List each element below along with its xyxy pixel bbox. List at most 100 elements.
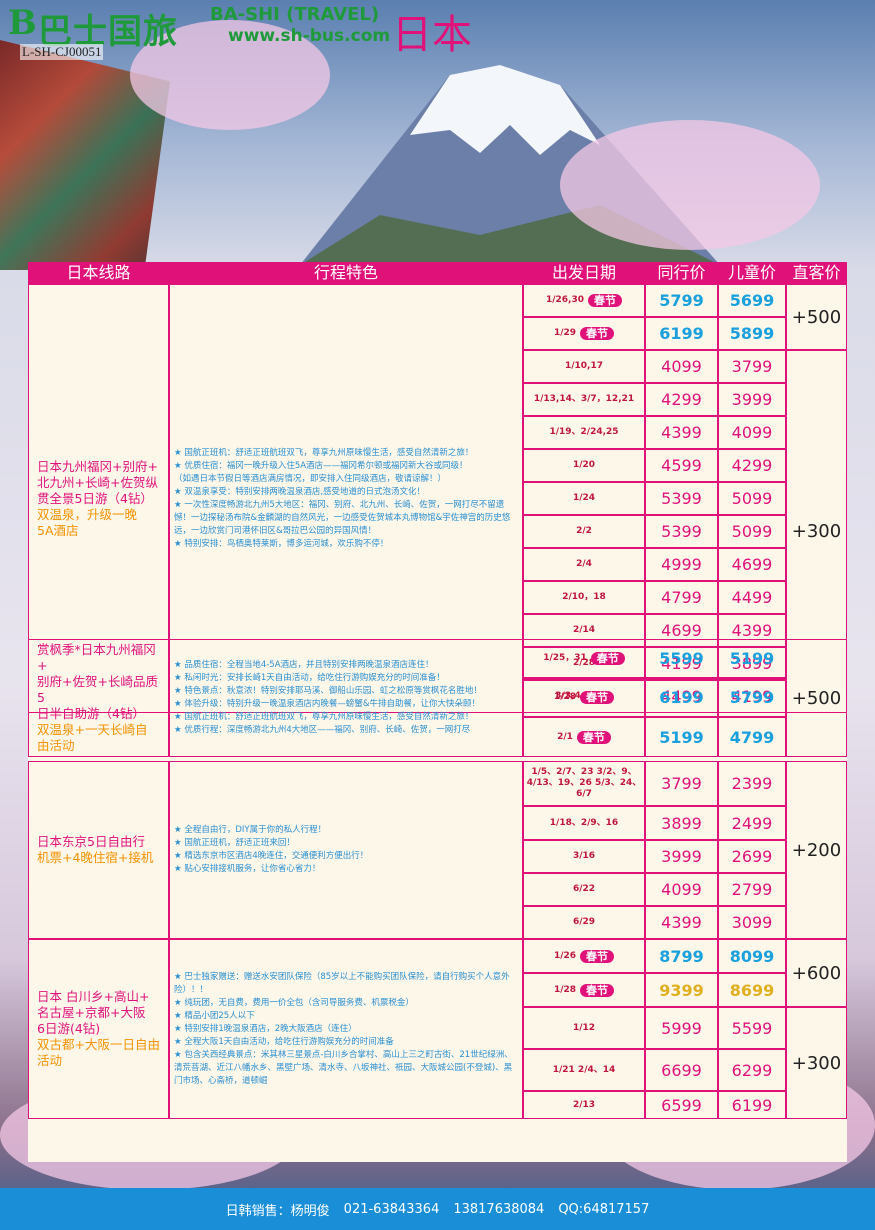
departure-date: 2/4 — [523, 548, 645, 581]
spring-festival-badge: 春节 — [588, 294, 623, 307]
peer-price: 5199 — [645, 717, 718, 757]
child-price: 5599 — [718, 1007, 786, 1049]
route-name: 贯全景5日游（4钻） — [37, 490, 153, 506]
sales-mobile[interactable]: 13817638084 — [453, 1202, 544, 1217]
departure-date: 1/24 — [523, 482, 645, 515]
child-price: 3799 — [718, 350, 786, 383]
child-price: 4499 — [718, 581, 786, 614]
route-name: 日本东京5日自由行 — [37, 834, 145, 849]
spring-festival-badge: 春节 — [580, 691, 615, 704]
website-link[interactable]: www.sh-bus.com — [228, 26, 390, 46]
route-cell: 赏枫季*日本九州福冈+ 别府+佐贺+长崎品质5 日半自助游（4钻） 双温泉+一天长崎自… — [28, 639, 169, 757]
child-price: 4799 — [718, 717, 786, 757]
date-text: 1/28 — [553, 984, 577, 995]
logo-icon: B — [8, 3, 37, 43]
col-peer-price: 同行价 — [657, 263, 706, 282]
peer-price: 4799 — [645, 581, 718, 614]
col-features: 行程特色 — [313, 263, 378, 282]
peer-price: 3799 — [645, 761, 718, 806]
child-price: 4299 — [718, 449, 786, 482]
peer-price: 9399 — [645, 973, 718, 1007]
feature-item: ★ 纯玩团，无自费，费用一价全包（含司导服务费、机票税金） — [174, 997, 414, 1008]
feature-item: ★ 优质住宿：福冈一晚升级入住5A酒店——福冈希尔顿或福冈新大谷或同级！ — [174, 460, 468, 471]
feature-item: ★ 体验升级：特别升级一晚温泉酒店内晚餐—螃蟹&牛排自助餐，让你大快朵颐！ — [174, 699, 480, 709]
child-price: 2399 — [718, 761, 786, 806]
sales-qq[interactable]: QQ:64817157 — [558, 1202, 649, 1217]
departure-date: 1/26,30 春节 — [523, 284, 645, 317]
date-text: 1/19、2/24,25 — [549, 427, 619, 437]
child-price: 5099 — [718, 482, 786, 515]
direct-price: +500 — [786, 639, 847, 757]
departure-date: 1/13,14、3/7，12,21 — [523, 383, 645, 416]
route-name: 6日游(4钻) — [37, 1021, 101, 1036]
route-highlight: 5A酒店 — [37, 522, 79, 538]
spring-festival-badge: 春节 — [580, 983, 615, 997]
departure-date: 1/10,17 — [523, 350, 645, 383]
child-price: 5899 — [718, 317, 786, 350]
sales-phone[interactable]: 021-63843364 — [344, 1202, 440, 1217]
departure-date: 1/12 — [523, 1007, 645, 1049]
sales-name: 杨明俊 — [290, 1203, 330, 1219]
route-name: 日半自助游（4钻） — [37, 706, 145, 721]
peer-price: 5599 — [645, 639, 718, 678]
departure-date: 2/10，18 — [523, 581, 645, 614]
spring-festival-badge: 春节 — [590, 652, 625, 665]
peer-price: 6599 — [645, 1091, 718, 1119]
date-text: 1/13,14、3/7，12,21 — [533, 394, 635, 404]
feature-item: ★ 私闲时光：安排长崎1天自由活动，给吃住行游购娱充分的时间准备！ — [174, 673, 445, 683]
departure-date: 1/26 春节 — [523, 939, 645, 973]
price-table: 日本九州福冈+别府+ 北九州+长崎+佐贺纵 贯全景5日游（4钻） 双温泉，升级一晚 5A… — [28, 284, 847, 1162]
date-text: 1/12 — [572, 1022, 596, 1033]
table-header: 日本线路 行程特色 出发日期 同行价 儿童价 直客价 — [28, 262, 847, 284]
feature-item: ★ 特别安排1晚温泉酒店，2晚大阪酒店（连住） — [174, 1023, 357, 1034]
col-date: 出发日期 — [551, 263, 616, 282]
peer-price: 3899 — [645, 806, 718, 840]
date-text: 1/20 — [572, 460, 596, 470]
feature-item: ★ 国航正班机，舒适正班来回！ — [174, 838, 295, 848]
date-text: 1/10,17 — [564, 361, 604, 371]
date-text: 2/14 — [572, 625, 596, 635]
spring-festival-badge: 春节 — [580, 327, 615, 340]
route-highlight: 机票+4晚住宿+接机 — [37, 850, 154, 865]
departure-date: 1/25，31 春节 — [523, 639, 645, 678]
peer-price: 6199 — [645, 317, 718, 350]
direct-price: +500 — [786, 284, 847, 350]
sales-contact-bar: 日韩销售： 杨明俊 021-63843364 13817638084 QQ:64… — [0, 1188, 875, 1230]
feature-item: （如遇日本节假日等酒店满房情况，即安排入住同级酒店，敬请谅解！） — [174, 473, 447, 484]
peer-price: 4299 — [645, 383, 718, 416]
features-cell: ★ 品质住宿：全程当地4-5A酒店，并且特别安排两晚温泉酒店连住！ ★ 私闲时光：… — [169, 639, 523, 757]
departure-date: 1/20 — [523, 449, 645, 482]
route-highlight: 双温泉，升级一晚 — [37, 506, 138, 522]
child-price: 5199 — [718, 639, 786, 678]
page-header: B 巴士国旅 BA-SHI (TRAVEL) www.sh-bus.com 日本… — [0, 0, 875, 60]
date-text: 2/2 — [576, 526, 592, 536]
departure-date: 1/21 2/4、14 — [523, 1049, 645, 1091]
date-text: 1/18、2/9、16 — [549, 817, 619, 828]
date-text: 1/26,30 — [545, 295, 585, 305]
peer-price: 5399 — [645, 482, 718, 515]
departure-date: 1/5、2/7、23 3/2、9、4/13、19、26 5/3、24、6/7 — [523, 761, 645, 806]
child-price: 4099 — [718, 416, 786, 449]
col-route: 日本线路 — [66, 263, 131, 282]
route-name: 日本九州福冈+别府+ — [37, 458, 158, 474]
date-text: 2/1 — [557, 731, 573, 742]
col-direct-price: 直客价 — [792, 263, 841, 282]
feature-item: ★ 精品小团25人以下 — [174, 1010, 255, 1021]
feature-item: ★ 国航正班机：舒适正班航班双飞，尊享九州原味慢生活，感受自然清新之旅！ — [174, 712, 474, 722]
date-text: 2/10，18 — [562, 592, 606, 602]
route-name: 赏枫季*日本九州福冈+ — [37, 642, 156, 673]
cherry-blossom-cluster — [560, 120, 820, 250]
route-cell: 日本东京5日自由行 机票+4晚住宿+接机 — [28, 761, 169, 939]
child-price: 4699 — [718, 548, 786, 581]
date-text: 1/25，31 — [543, 653, 587, 663]
peer-price: 8799 — [645, 939, 718, 973]
date-text: 1/5、2/7、23 3/2、9、4/13、19、26 5/3、24、6/7 — [526, 767, 642, 799]
child-price: 5099 — [718, 515, 786, 548]
peer-price: 4999 — [645, 548, 718, 581]
feature-item: ★ 品质住宿：全程当地4-5A酒店，并且特别安排两晚温泉酒店连住！ — [174, 660, 434, 670]
page-title: 日本 — [392, 12, 472, 58]
child-price: 2699 — [718, 840, 786, 873]
feature-item: ★ 包含关西经典景点：米其林三星景点-白川乡合掌村、高山上三之町古街、21世纪绿… — [174, 1049, 513, 1086]
sales-label: 日韩销售： — [225, 1203, 291, 1219]
child-price: 8699 — [718, 973, 786, 1007]
